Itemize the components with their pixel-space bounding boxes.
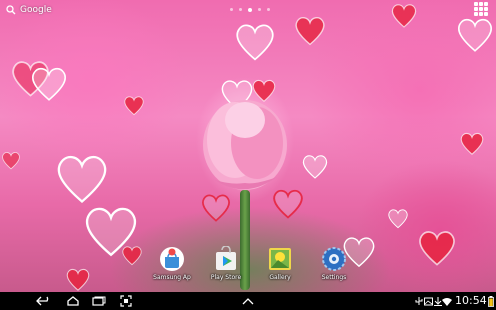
home-icon[interactable]: [66, 295, 80, 307]
app-samsung-apps[interactable]: Samsung Ap: [150, 246, 194, 281]
app-gallery[interactable]: Gallery: [258, 246, 302, 281]
heart-decoration: [202, 194, 230, 222]
page-dot: [258, 8, 261, 11]
google-search-label: Google: [20, 5, 52, 15]
battery-icon: [488, 295, 494, 307]
up-arrow-icon[interactable]: [242, 295, 254, 307]
heart-decoration: [236, 24, 274, 61]
app-play-store[interactable]: Play Store: [204, 246, 248, 281]
gallery-icon: [267, 246, 293, 272]
page-dot-active: [248, 8, 252, 12]
samsung-apps-icon: [159, 246, 185, 272]
search-icon: [6, 5, 16, 15]
top-bar: Google: [0, 0, 496, 22]
download-icon: [434, 295, 442, 307]
heart-decoration: [124, 96, 144, 116]
screenshot-icon[interactable]: [120, 295, 132, 307]
heart-decoration: [66, 268, 90, 291]
page-indicator: [230, 8, 270, 12]
heart-decoration: [31, 67, 67, 101]
image-notification-icon: [424, 295, 433, 307]
heart-decoration: [122, 246, 142, 266]
clock-time: 10:54: [455, 294, 487, 307]
app-label: Settings: [321, 274, 347, 281]
play-store-icon: [213, 246, 239, 272]
app-label: Play Store: [210, 274, 242, 281]
heart-decoration: [302, 155, 328, 179]
heart-decoration: [419, 231, 455, 266]
back-icon[interactable]: [36, 295, 52, 307]
recent-apps-icon[interactable]: [92, 295, 106, 307]
page-dot: [239, 8, 242, 11]
heart-decoration: [2, 152, 20, 170]
app-dock: Samsung Ap Play Store Gallery Settings: [150, 246, 356, 281]
settings-icon: [321, 246, 347, 272]
heart-decoration: [388, 209, 408, 229]
app-label: Samsung Ap: [153, 274, 191, 281]
heart-decoration: [460, 132, 484, 155]
usb-icon: [414, 295, 424, 307]
rose-image: [203, 100, 287, 190]
page-dot: [230, 8, 233, 11]
navigation-bar: 10:54: [0, 292, 496, 310]
app-label: Gallery: [269, 274, 291, 281]
google-search-widget[interactable]: Google: [6, 2, 52, 18]
apps-drawer-icon[interactable]: [474, 2, 488, 16]
page-dot: [267, 8, 270, 11]
wifi-icon: [442, 295, 452, 307]
app-settings[interactable]: Settings: [312, 246, 356, 281]
